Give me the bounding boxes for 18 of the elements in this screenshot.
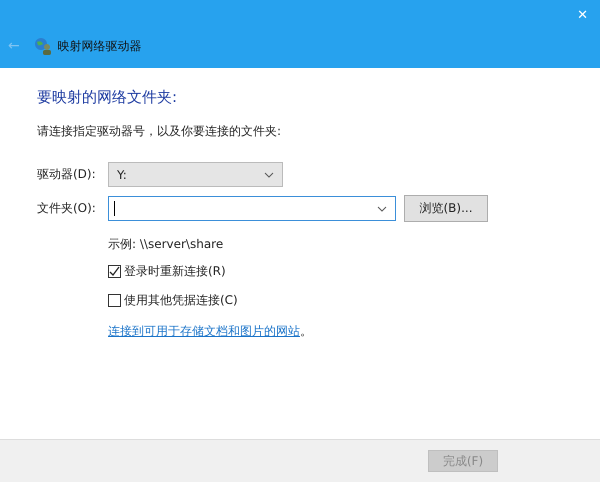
browse-button[interactable]: 浏览(B)... (404, 195, 488, 222)
drive-label: 驱动器(D): (37, 166, 97, 183)
example-text: 示例: \\server\share (108, 236, 224, 253)
checkbox[interactable] (108, 265, 121, 278)
link-sentence: 连接到可用于存储文档和图片的网站。 (108, 323, 313, 340)
folder-label: 文件夹(O): (37, 200, 97, 217)
checkbox-label[interactable]: 登录时重新连接(R) (124, 263, 226, 280)
checkbox[interactable] (108, 294, 121, 307)
drive-dropdown[interactable]: Y: (108, 162, 283, 187)
checkbox-label[interactable]: 使用其他凭据连接(C) (124, 292, 238, 309)
instruction-text: 请连接指定驱动器号，以及你要连接的文件夹: (37, 123, 282, 140)
window-title: 映射网络驱动器 (58, 38, 142, 54)
chevron-down-icon (264, 172, 274, 178)
chevron-down-icon (377, 206, 387, 212)
folder-field[interactable] (108, 196, 396, 221)
website-link[interactable]: 连接到可用于存储文档和图片的网站 (108, 324, 300, 338)
network-drive-icon (34, 37, 52, 55)
page-heading: 要映射的网络文件夹: (37, 88, 178, 107)
